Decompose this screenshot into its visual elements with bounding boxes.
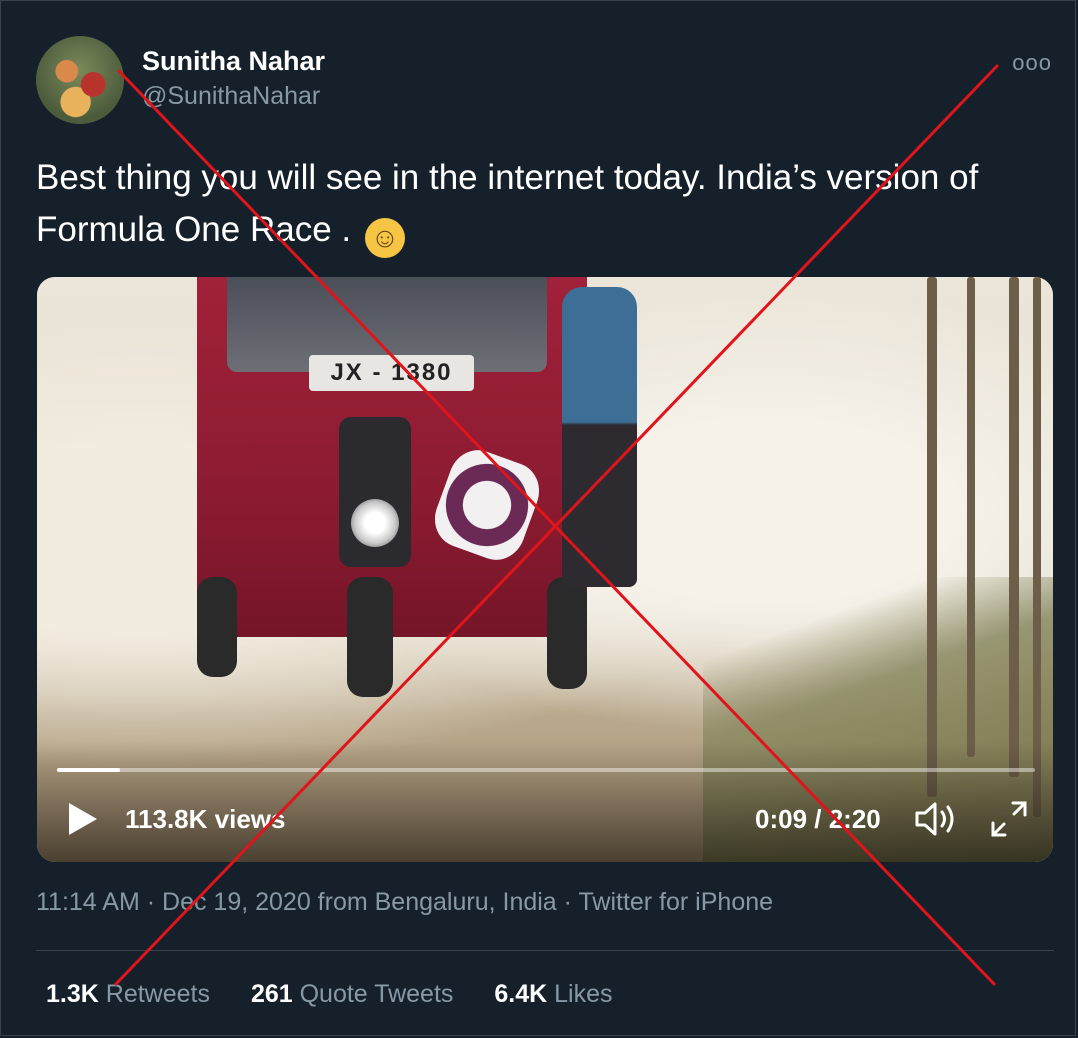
play-icon[interactable]: [67, 801, 99, 837]
fence-pole: [1009, 277, 1019, 777]
meta-separator: ·: [146, 888, 156, 916]
tweet-text: Best thing you will see in the internet …: [36, 152, 1026, 258]
person-hanging: [562, 287, 637, 587]
fence-pole: [927, 277, 937, 797]
fence-pole: [967, 277, 975, 757]
rickshaw-rear-wheel-left: [197, 577, 237, 677]
video-player[interactable]: JX - 1380 113.8K views 0:09 / 2:20: [37, 277, 1053, 862]
likes-count: 6.4K: [494, 980, 548, 1008]
fence-pole: [1033, 277, 1041, 817]
video-controls-shade: [37, 742, 1053, 862]
likes-stat[interactable]: 6.4K Likes: [494, 980, 612, 1008]
grinning-emoji-icon: ☺: [364, 218, 405, 258]
author-name[interactable]: Sunitha Nahar: [142, 46, 325, 77]
quote-tweets-label: Quote Tweets: [299, 980, 454, 1008]
quote-tweets-count: 261: [250, 980, 293, 1008]
rickshaw-front-wheel: [347, 577, 393, 697]
meta-separator: ·: [563, 888, 572, 916]
video-time: 0:09 / 2:20: [755, 804, 881, 834]
likes-label: Likes: [554, 980, 613, 1008]
video-progress-bar[interactable]: [57, 768, 1035, 772]
retweets-count: 1.3K: [46, 980, 99, 1008]
divider: [36, 950, 1054, 951]
tweet-stats: 1.3K Retweets 261 Quote Tweets 6.4K Like…: [46, 980, 647, 1009]
avatar[interactable]: [36, 36, 124, 124]
retweets-label: Retweets: [105, 980, 210, 1008]
author-handle[interactable]: @SunithaNahar: [142, 82, 320, 111]
volume-icon[interactable]: [913, 799, 959, 839]
video-progress-fill: [57, 768, 120, 772]
more-options-icon[interactable]: ooo: [1012, 50, 1052, 76]
tweet-text-content: Best thing you will see in the internet …: [36, 158, 979, 249]
tweet-date-location[interactable]: Dec 19, 2020 from Bengaluru, India: [162, 888, 557, 916]
rickshaw-headlight: [351, 499, 399, 547]
retweets-stat[interactable]: 1.3K Retweets: [46, 980, 210, 1008]
quote-tweets-stat[interactable]: 261 Quote Tweets: [251, 980, 453, 1008]
tweet-time[interactable]: 11:14 AM: [36, 888, 140, 916]
video-views: 113.8K views: [125, 804, 286, 834]
tweet-metadata: 11:14 AM · Dec 19, 2020 from Bengaluru, …: [36, 888, 773, 917]
tweet-source[interactable]: Twitter for iPhone: [579, 888, 774, 916]
rickshaw-rear-wheel-right: [547, 577, 587, 689]
fullscreen-icon[interactable]: [989, 799, 1029, 839]
license-plate: JX - 1380: [309, 355, 474, 391]
